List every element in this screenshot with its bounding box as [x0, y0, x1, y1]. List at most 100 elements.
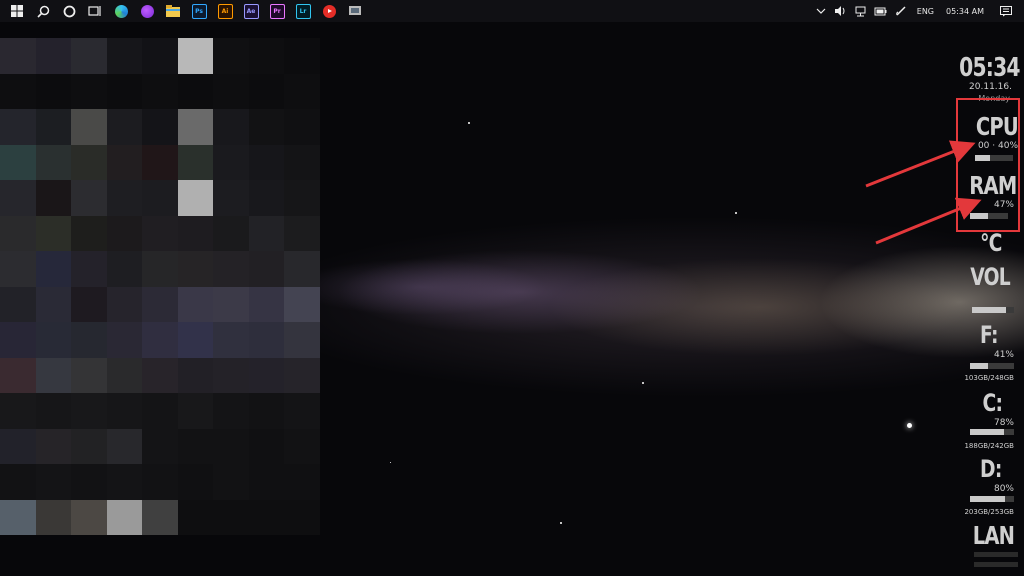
pixelated-desktop-icons: [0, 38, 320, 535]
mosaic-cell: [142, 73, 178, 109]
mosaic-cell: [213, 180, 249, 216]
photoshop-icon[interactable]: Ps: [188, 0, 210, 22]
mosaic-cell: [284, 286, 320, 322]
mosaic-cell: [106, 109, 142, 145]
drive-c-percent: 78%: [993, 418, 1014, 428]
language-indicator[interactable]: ENG: [917, 7, 934, 16]
mosaic-cell: [106, 393, 142, 429]
firefox-icon[interactable]: [136, 0, 158, 22]
mosaic-cell: [248, 499, 284, 535]
mosaic-cell: [177, 357, 213, 393]
mosaic-cell: [248, 144, 284, 180]
mosaic-cell: [248, 109, 284, 145]
drive-d-label: D:: [980, 455, 1003, 483]
mosaic-cell: [284, 144, 320, 180]
mosaic-cell: [177, 499, 213, 535]
mosaic-cell: [213, 464, 249, 500]
volume-icon[interactable]: [833, 0, 849, 22]
mosaic-cell: [142, 357, 178, 393]
mosaic-cell: [35, 464, 71, 500]
mosaic-cell: [0, 38, 36, 74]
mosaic-cell: [35, 322, 71, 358]
mosaic-cell: [177, 109, 213, 145]
mosaic-cell: [71, 109, 107, 145]
network-icon[interactable]: [853, 0, 869, 22]
drive-f-usage: 103GB/248GB: [964, 374, 1014, 382]
mosaic-cell: [284, 499, 320, 535]
mosaic-cell: [284, 109, 320, 145]
youtube-icon[interactable]: [318, 0, 340, 22]
star: [390, 462, 391, 463]
file-explorer-icon[interactable]: [162, 0, 184, 22]
mosaic-cell: [106, 38, 142, 74]
mosaic-cell: [142, 144, 178, 180]
mosaic-cell: [106, 215, 142, 251]
mosaic-cell: [106, 357, 142, 393]
mosaic-cell: [177, 322, 213, 358]
mosaic-cell: [71, 286, 107, 322]
drive-f-label: F:: [980, 321, 998, 349]
lightroom-icon[interactable]: Lr: [292, 0, 314, 22]
mosaic-cell: [0, 144, 36, 180]
task-view-icon[interactable]: [84, 0, 106, 22]
pen-icon[interactable]: [893, 0, 909, 22]
drive-d-usage: 203GB/253GB: [964, 508, 1014, 516]
mosaic-cell: [0, 215, 36, 251]
mosaic-cell: [177, 286, 213, 322]
edge-icon[interactable]: [110, 0, 132, 22]
mosaic-cell: [0, 322, 36, 358]
battery-icon[interactable]: [873, 0, 889, 22]
mosaic-cell: [106, 73, 142, 109]
star: [468, 122, 470, 124]
mosaic-cell: [142, 286, 178, 322]
drive-f-percent: 41%: [993, 350, 1014, 360]
mosaic-cell: [0, 286, 36, 322]
cortana-icon[interactable]: [58, 0, 80, 22]
chevron-up-icon[interactable]: [813, 0, 829, 22]
mosaic-cell: [71, 215, 107, 251]
mosaic-cell: [177, 38, 213, 74]
mosaic-cell: [284, 322, 320, 358]
mosaic-cell: [35, 393, 71, 429]
mosaic-cell: [177, 464, 213, 500]
system-tray: ENG 05:34 AM: [811, 0, 1024, 22]
mosaic-cell: [213, 251, 249, 287]
drive-d-percent: 80%: [993, 484, 1014, 494]
mosaic-cell: [35, 357, 71, 393]
mosaic-cell: [35, 109, 71, 145]
notifications-icon[interactable]: [998, 0, 1014, 22]
mosaic-cell: [0, 73, 36, 109]
mosaic-cell: [35, 286, 71, 322]
mosaic-cell: [284, 38, 320, 74]
mosaic-cell: [284, 464, 320, 500]
mosaic-cell: [71, 464, 107, 500]
premiere-icon[interactable]: Pr: [266, 0, 288, 22]
mosaic-cell: [284, 73, 320, 109]
mosaic-cell: [177, 251, 213, 287]
start-icon[interactable]: [6, 0, 28, 22]
illustrator-icon[interactable]: Ai: [214, 0, 236, 22]
mosaic-cell: [248, 215, 284, 251]
mosaic-cell: [177, 393, 213, 429]
drive-f-bar: [970, 363, 988, 369]
mosaic-cell: [284, 393, 320, 429]
mosaic-cell: [71, 428, 107, 464]
mosaic-cell: [177, 428, 213, 464]
mosaic-cell: [142, 251, 178, 287]
mosaic-cell: [213, 286, 249, 322]
mosaic-cell: [35, 215, 71, 251]
drive-c-label: C:: [982, 389, 1002, 417]
mosaic-cell: [213, 109, 249, 145]
lan-bar-upload: [974, 552, 1018, 557]
mosaic-cell: [142, 428, 178, 464]
mosaic-cell: [106, 251, 142, 287]
app-icon[interactable]: [344, 0, 366, 22]
after-effects-icon[interactable]: Ae: [240, 0, 262, 22]
mosaic-cell: [106, 144, 142, 180]
star: [907, 423, 912, 428]
mosaic-cell: [248, 180, 284, 216]
mosaic-cell: [0, 251, 36, 287]
search-icon[interactable]: [32, 0, 54, 22]
mosaic-cell: [0, 428, 36, 464]
clock-time[interactable]: 05:34 AM: [946, 7, 984, 16]
